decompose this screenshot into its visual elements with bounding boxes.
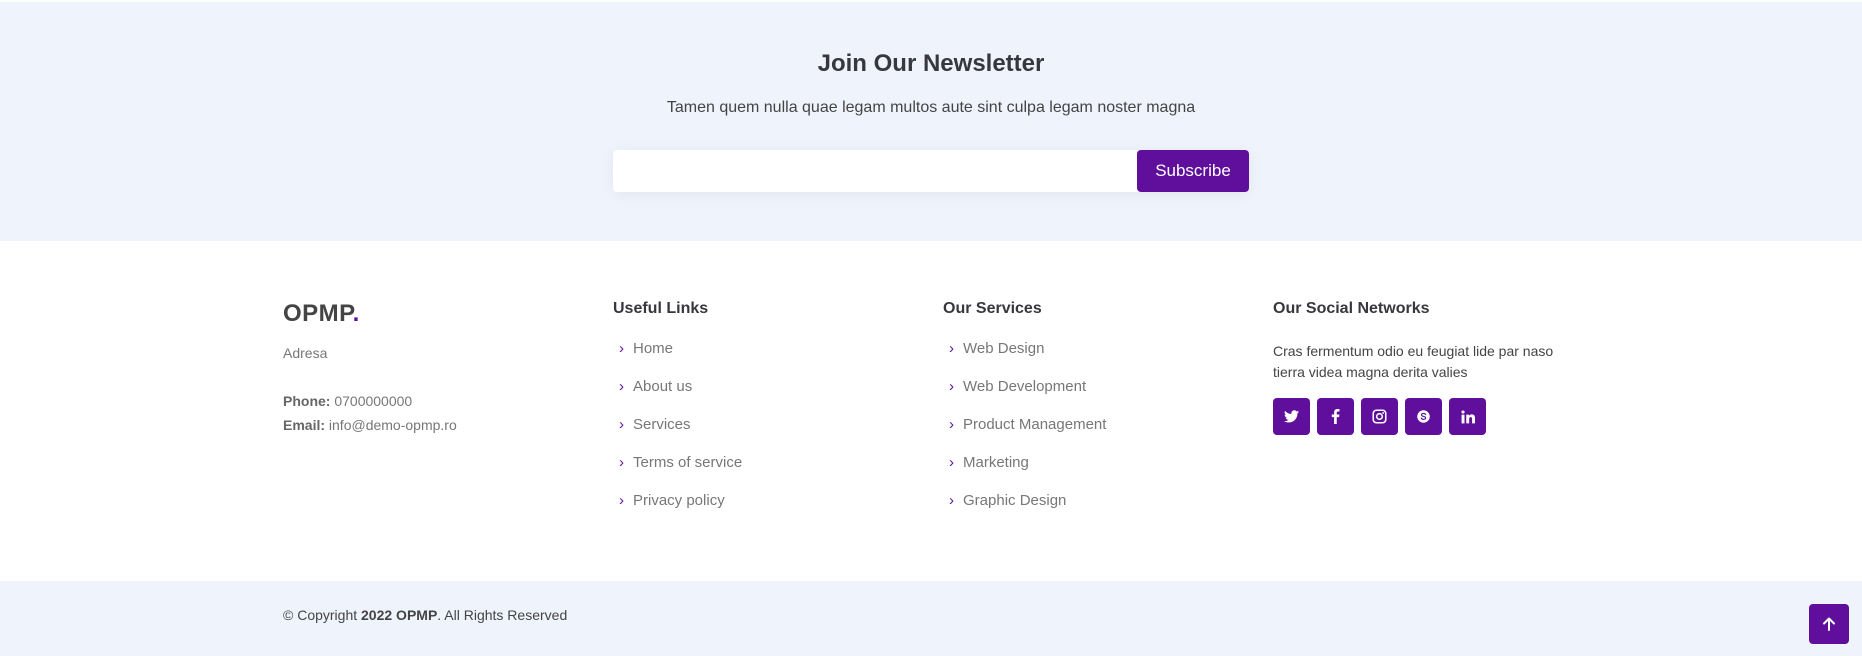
service-link-label[interactable]: Web Design: [963, 338, 1044, 360]
service-link-label[interactable]: Marketing: [963, 452, 1029, 474]
brand-name: OPMP: [283, 300, 353, 327]
footer-address: Adresa: [283, 345, 328, 361]
useful-link-label[interactable]: Home: [633, 338, 673, 360]
service-link-product-management[interactable]: › Product Management: [943, 414, 1106, 452]
skype-icon[interactable]: [1405, 398, 1442, 435]
service-link-label[interactable]: Product Management: [963, 414, 1106, 436]
instagram-icon[interactable]: [1361, 398, 1398, 435]
chevron-right-icon: ›: [619, 378, 624, 395]
copyright-prefix: © Copyright: [283, 607, 362, 623]
useful-link-services[interactable]: › Services: [613, 414, 742, 452]
phone-label: Phone:: [283, 393, 331, 409]
social-links: [1273, 398, 1486, 435]
footer-email: Email: info@demo-opmp.ro: [283, 417, 457, 433]
service-link-graphic-design[interactable]: › Graphic Design: [943, 490, 1106, 528]
copyright-text: © Copyright 2022 OPMP. All Rights Reserv…: [283, 607, 567, 623]
footer-bottom-bar: © Copyright 2022 OPMP. All Rights Reserv…: [0, 581, 1862, 656]
useful-link-privacy[interactable]: › Privacy policy: [613, 490, 742, 528]
services-list: › Web Design › Web Development › Product Ma…: [943, 338, 1106, 528]
services-title: Our Services: [943, 300, 1042, 317]
service-link-web-development[interactable]: › Web Development: [943, 376, 1106, 414]
chevron-right-icon: ›: [619, 492, 624, 509]
facebook-icon[interactable]: [1317, 398, 1354, 435]
chevron-right-icon: ›: [949, 492, 954, 509]
chevron-right-icon: ›: [619, 416, 624, 433]
linkedin-icon[interactable]: [1449, 398, 1486, 435]
newsletter-email-input[interactable]: [613, 150, 1133, 192]
chevron-right-icon: ›: [949, 378, 954, 395]
chevron-right-icon: ›: [949, 416, 954, 433]
copyright-suffix: . All Rights Reserved: [437, 607, 568, 623]
copyright-strong: 2022 OPMP: [361, 607, 438, 623]
email-label: Email:: [283, 417, 326, 433]
phone-value: 0700000000: [334, 393, 413, 409]
useful-link-about[interactable]: › About us: [613, 376, 742, 414]
useful-link-label[interactable]: Services: [633, 414, 691, 436]
social-title: Our Social Networks: [1273, 300, 1430, 317]
service-link-web-design[interactable]: › Web Design: [943, 338, 1106, 376]
newsletter-section: Join Our Newsletter Tamen quem nulla qua…: [0, 0, 1862, 241]
useful-link-home[interactable]: › Home: [613, 338, 742, 376]
twitter-icon[interactable]: [1273, 398, 1310, 435]
newsletter-subtitle: Tamen quem nulla quae legam multos aute …: [666, 99, 1196, 116]
service-link-label[interactable]: Graphic Design: [963, 490, 1066, 512]
useful-links-list: › Home › About us › Services › Terms of serv…: [613, 338, 742, 528]
chevron-right-icon: ›: [619, 340, 624, 357]
useful-link-label[interactable]: Terms of service: [633, 452, 742, 474]
subscribe-button[interactable]: Subscribe: [1137, 150, 1249, 192]
arrow-up-icon: [1823, 617, 1835, 631]
brand-dot: .: [352, 300, 360, 327]
service-link-label[interactable]: Web Development: [963, 376, 1086, 398]
chevron-right-icon: ›: [619, 454, 624, 471]
back-to-top-button[interactable]: [1809, 604, 1849, 644]
useful-link-terms[interactable]: › Terms of service: [613, 452, 742, 490]
useful-link-label[interactable]: About us: [633, 376, 692, 398]
chevron-right-icon: ›: [949, 340, 954, 357]
social-description: Cras fermentum odio eu feugiat lide par …: [1273, 343, 1554, 380]
chevron-right-icon: ›: [949, 454, 954, 471]
footer-brand[interactable]: OPMP.: [283, 300, 360, 328]
footer-phone: Phone: 0700000000: [283, 393, 412, 409]
useful-links-title: Useful Links: [613, 300, 709, 317]
newsletter-title: Join Our Newsletter: [817, 50, 1045, 77]
service-link-marketing[interactable]: › Marketing: [943, 452, 1106, 490]
useful-link-label[interactable]: Privacy policy: [633, 490, 725, 512]
email-value: info@demo-opmp.ro: [328, 417, 457, 433]
newsletter-form: Subscribe: [613, 150, 1249, 192]
